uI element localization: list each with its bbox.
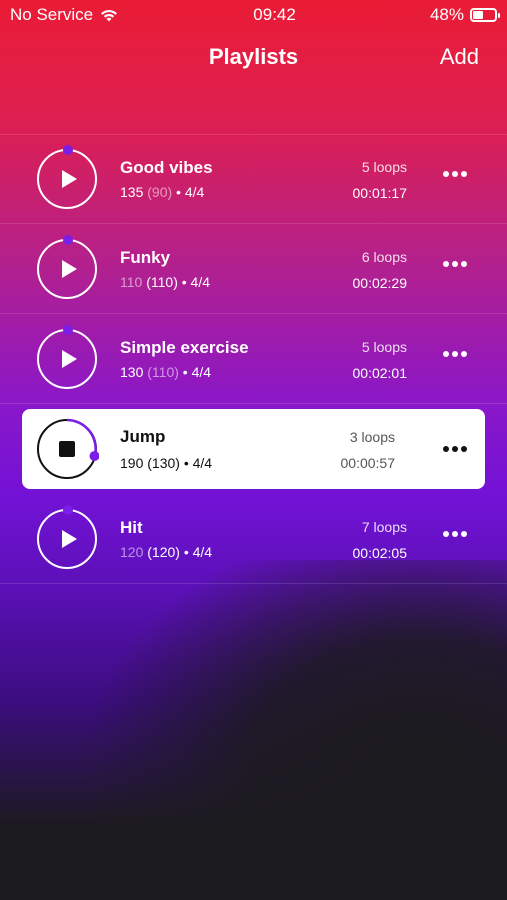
playlist-row-playing[interactable]: Jump 190 (130) • 4/4 3 loops 00:00:57 [22,409,485,489]
playlist-meta: 110 (110) • 4/4 [120,274,210,290]
play-button[interactable] [37,145,97,209]
page-title: Playlists [208,44,299,69]
loop-count: 5 loops [361,339,407,355]
time-signature: • 4/4 [182,364,212,380]
loop-count: 7 loops [361,519,407,535]
playlist-name: Hit [120,518,143,537]
status-left: No Service [10,5,119,25]
more-options-button[interactable] [443,350,467,358]
status-bar: No Service 09:42 48% [0,0,507,30]
playlist-name: Jump [120,427,166,446]
playlist-meta: 130 (110) • 4/4 [120,364,211,380]
time-signature: • 4/4 [181,274,211,290]
play-icon [61,170,77,188]
bpm: 190 [120,455,144,471]
playlist-row[interactable]: Simple exercise 130 (110) • 4/4 5 loops … [0,314,507,404]
playlist-name: Simple exercise [120,338,249,357]
playlist-meta: 135 (90) • 4/4 [120,184,204,200]
playlist-meta: 120 (120) • 4/4 [120,544,212,560]
bpm-original: (110) [147,364,179,380]
nav-header: Playlists Add [0,38,507,78]
wifi-icon [101,10,118,22]
more-options-button[interactable] [443,530,467,538]
progress-dot [63,235,73,245]
progress-dot [63,325,73,335]
status-right: 48% [429,5,500,25]
playlist-meta: 190 (130) • 4/4 [120,455,212,471]
time-signature: • 4/4 [176,184,205,200]
duration: 00:02:29 [352,275,408,291]
play-button[interactable] [37,235,97,299]
bpm: 110 [120,274,143,290]
duration: 00:00:57 [340,455,396,471]
duration: 00:02:05 [352,545,408,561]
playlist-list: Good vibes 135 (90) • 4/4 5 loops 00:01:… [0,134,507,584]
progress-dot [63,145,73,155]
duration: 00:02:01 [352,365,408,381]
bpm-original: (120) [147,544,180,560]
loop-count: 5 loops [361,159,407,175]
carrier-label: No Service [10,5,94,24]
playlist-row[interactable]: Hit 120 (120) • 4/4 7 loops 00:02:05 [0,494,507,584]
playlist-name: Good vibes [120,158,213,177]
bpm-original: (90) [147,184,173,200]
bpm: 130 [120,364,144,380]
time-signature: • 4/4 [183,455,213,471]
add-button[interactable]: Add [440,44,479,70]
battery-percent: 48% [429,5,464,24]
playlist-row[interactable]: Funky 110 (110) • 4/4 6 loops 00:02:29 [0,224,507,314]
bpm: 120 [120,544,144,560]
clock: 09:42 [253,5,296,24]
play-button[interactable] [37,505,97,569]
battery-icon [470,8,500,22]
progress-ring [66,418,99,461]
more-options-button[interactable] [443,445,467,453]
play-button[interactable] [37,325,97,389]
time-signature: • 4/4 [183,544,213,560]
bpm-original: (110) [146,274,178,290]
bpm: 135 [120,184,144,200]
playlist-row[interactable]: Good vibes 135 (90) • 4/4 5 loops 00:01:… [0,134,507,224]
loop-count: 6 loops [361,249,407,265]
play-icon [61,260,77,278]
play-icon [61,350,77,368]
duration: 00:01:17 [352,185,408,201]
more-options-button[interactable] [443,260,467,268]
bpm-original: (130) [147,455,180,471]
playlist-name: Funky [120,248,171,267]
more-options-button[interactable] [443,170,467,178]
progress-dot [63,505,73,515]
loop-count: 3 loops [349,429,395,445]
play-icon [61,530,77,548]
